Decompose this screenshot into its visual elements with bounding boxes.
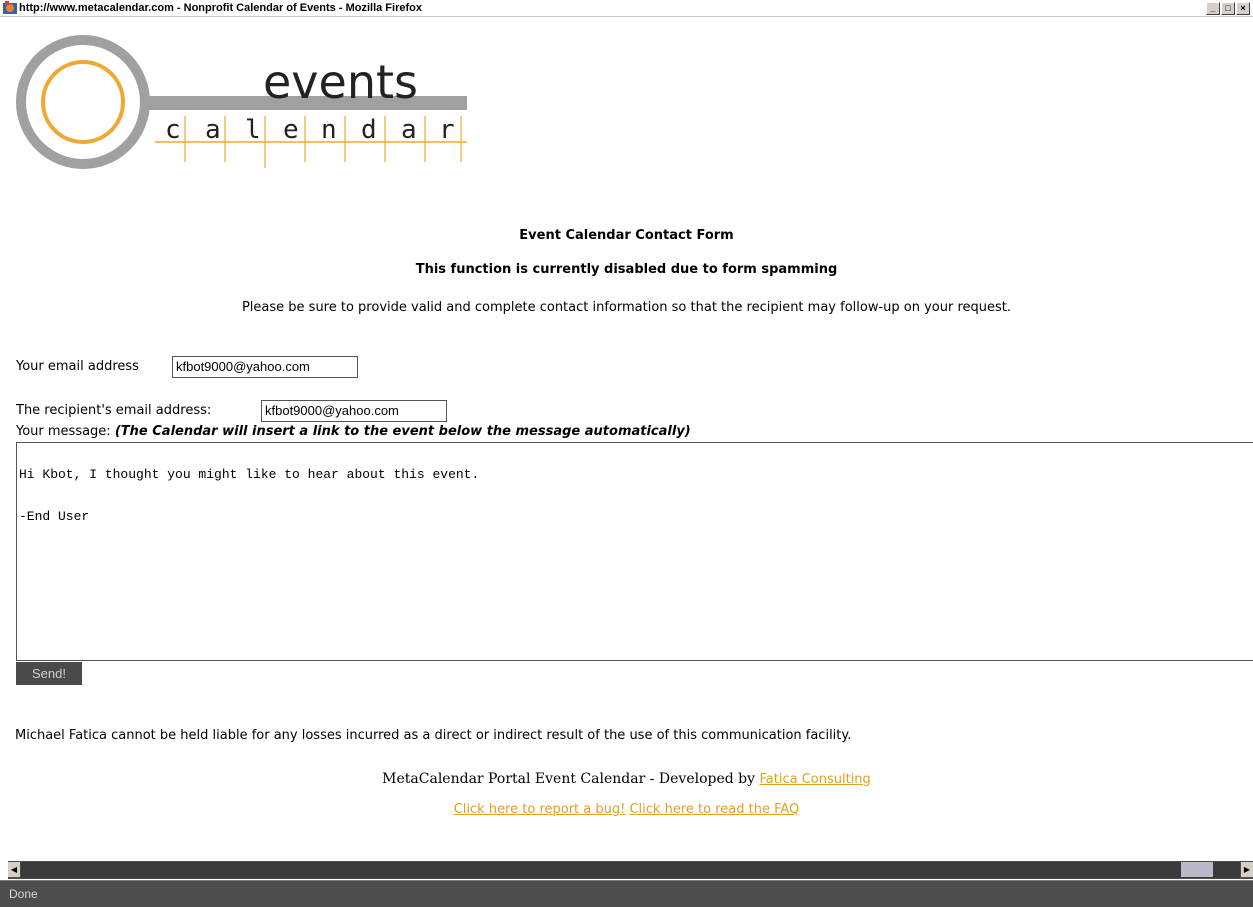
scroll-right-icon[interactable]: ▶ (1241, 862, 1253, 877)
minimize-button[interactable]: _ (1206, 2, 1220, 15)
email-field[interactable]: kfbot9000@yahoo.com (172, 356, 358, 378)
status-bar: Done (0, 880, 1253, 907)
disabled-notice: This function is currently disabled due … (415, 262, 838, 277)
message-textarea[interactable]: Hi Kbot, I thought you might like to hea… (16, 442, 1253, 661)
status-text: Done (9, 887, 38, 901)
window-titlebar: http://www.metacalendar.com - Nonprofit … (0, 0, 1253, 17)
window-title: http://www.metacalendar.com - Nonprofit … (19, 2, 422, 14)
logo-letter: c (165, 115, 181, 145)
firefox-icon (3, 1, 17, 14)
events-calendar-logo: events c a l e n d a r (16, 35, 467, 169)
send-button[interactable]: Send! (16, 662, 82, 685)
horizontal-scrollbar[interactable]: ◀ ▶ (8, 861, 1253, 879)
message-label-row: Your message: (The Calendar will insert … (16, 424, 691, 439)
logo-word-events: events (263, 55, 418, 109)
liability-disclaimer: Michael Fatica cannot be held liable for… (15, 728, 852, 743)
credit-line: MetaCalendar Portal Event Calendar - Dev… (0, 771, 1253, 787)
scroll-left-icon[interactable]: ◀ (8, 862, 20, 877)
scroll-track[interactable] (21, 862, 1240, 878)
fatica-consulting-link[interactable]: Fatica Consulting (760, 772, 871, 787)
logo-letter: a (205, 115, 221, 145)
email-label: Your email address (16, 359, 139, 374)
logo-letter: e (283, 115, 299, 145)
logo-letter: l (245, 115, 261, 145)
logo-letter: r (439, 115, 455, 145)
message-hint: (The Calendar will insert a link to the … (114, 424, 691, 439)
message-line: Hi Kbot, I thought you might like to hea… (19, 467, 480, 482)
close-button[interactable]: × (1236, 2, 1250, 15)
recipient-email-label: The recipient's email address: (16, 403, 212, 418)
message-line: -End User (19, 509, 90, 524)
contact-instructions: Please be sure to provide valid and comp… (241, 300, 1012, 315)
maximize-button[interactable]: □ (1221, 2, 1235, 15)
scroll-thumb[interactable] (1181, 862, 1213, 877)
page-title: Event Calendar Contact Form (519, 228, 734, 243)
recipient-email-field[interactable]: kfbot9000@yahoo.com (261, 400, 447, 422)
logo-letter: d (361, 115, 377, 145)
credit-text: MetaCalendar Portal Event Calendar - Dev… (382, 771, 756, 787)
footer-links: Click here to report a bug! Click here t… (0, 802, 1253, 817)
logo-letter: a (401, 115, 417, 145)
faq-link[interactable]: Click here to read the FAQ (629, 802, 799, 817)
logo-letter: n (321, 115, 337, 145)
report-bug-link[interactable]: Click here to report a bug! (454, 802, 626, 817)
message-label: Your message: (16, 424, 111, 439)
